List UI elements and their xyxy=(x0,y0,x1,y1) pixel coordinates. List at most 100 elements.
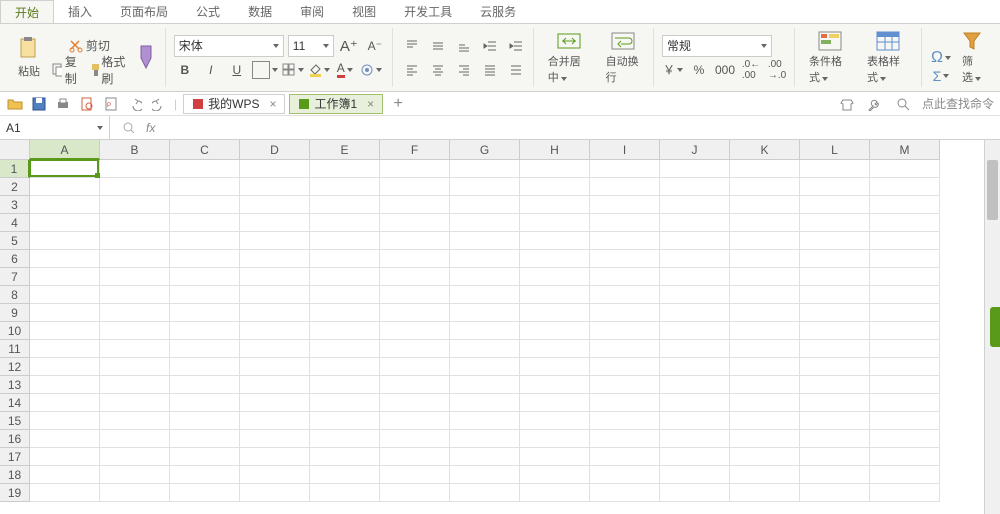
cell[interactable] xyxy=(240,214,310,232)
cell[interactable] xyxy=(450,178,520,196)
table-style-button[interactable]: 表格样式 xyxy=(861,28,915,87)
cell[interactable] xyxy=(800,160,870,178)
align-bottom-button[interactable] xyxy=(453,35,475,57)
row-header[interactable]: 17 xyxy=(0,448,30,466)
cell[interactable] xyxy=(590,268,660,286)
cell-grid[interactable] xyxy=(30,160,940,502)
undo-button[interactable] xyxy=(126,95,144,113)
cell[interactable] xyxy=(590,412,660,430)
cell[interactable] xyxy=(870,484,940,502)
cell[interactable] xyxy=(800,466,870,484)
format-painter-button[interactable]: 格式刷 xyxy=(87,59,128,81)
row-header[interactable]: 16 xyxy=(0,430,30,448)
cell[interactable] xyxy=(520,340,590,358)
border-button[interactable] xyxy=(252,59,278,81)
cell[interactable] xyxy=(730,358,800,376)
cell[interactable] xyxy=(590,448,660,466)
distribute-button[interactable] xyxy=(505,59,527,81)
cell[interactable] xyxy=(380,466,450,484)
cell[interactable] xyxy=(520,178,590,196)
cell[interactable] xyxy=(30,322,100,340)
cell[interactable] xyxy=(100,358,170,376)
cell[interactable] xyxy=(240,160,310,178)
cell[interactable] xyxy=(520,214,590,232)
cell[interactable] xyxy=(170,376,240,394)
cell[interactable] xyxy=(100,376,170,394)
cell[interactable] xyxy=(730,394,800,412)
cell[interactable] xyxy=(100,286,170,304)
cell[interactable] xyxy=(450,484,520,502)
cell[interactable] xyxy=(170,268,240,286)
cell[interactable] xyxy=(730,196,800,214)
row-header[interactable]: 8 xyxy=(0,286,30,304)
cell[interactable] xyxy=(870,394,940,412)
cell[interactable] xyxy=(590,196,660,214)
cell[interactable] xyxy=(310,322,380,340)
cell[interactable] xyxy=(240,340,310,358)
cell[interactable] xyxy=(450,340,520,358)
cell[interactable] xyxy=(730,214,800,232)
cell[interactable] xyxy=(240,322,310,340)
cell[interactable] xyxy=(380,196,450,214)
conditional-format-button[interactable]: 条件格式 xyxy=(803,28,857,87)
save-button[interactable] xyxy=(30,95,48,113)
cell[interactable] xyxy=(240,304,310,322)
new-tab-button[interactable]: + xyxy=(389,95,407,113)
column-header[interactable]: H xyxy=(520,140,590,160)
cell[interactable] xyxy=(100,196,170,214)
cell[interactable] xyxy=(240,394,310,412)
menu-item-5[interactable]: 审阅 xyxy=(286,0,338,23)
row-header[interactable]: 3 xyxy=(0,196,30,214)
column-header[interactable]: B xyxy=(100,140,170,160)
export-pdf-button[interactable]: P xyxy=(102,95,120,113)
cell[interactable] xyxy=(590,376,660,394)
cell[interactable] xyxy=(380,376,450,394)
cell[interactable] xyxy=(310,268,380,286)
cell[interactable] xyxy=(30,340,100,358)
cell[interactable] xyxy=(380,358,450,376)
cell[interactable] xyxy=(100,250,170,268)
wrap-text-button[interactable]: 自动换行 xyxy=(600,28,647,87)
cell[interactable] xyxy=(730,160,800,178)
cell[interactable] xyxy=(450,250,520,268)
cell[interactable] xyxy=(170,358,240,376)
cell[interactable] xyxy=(450,196,520,214)
cell[interactable] xyxy=(590,286,660,304)
cell[interactable] xyxy=(800,376,870,394)
cell[interactable] xyxy=(870,340,940,358)
cell[interactable] xyxy=(590,250,660,268)
cell[interactable] xyxy=(660,160,730,178)
cell[interactable] xyxy=(870,322,940,340)
cell[interactable] xyxy=(800,484,870,502)
cell[interactable] xyxy=(450,286,520,304)
cell[interactable] xyxy=(30,394,100,412)
cell[interactable] xyxy=(380,484,450,502)
row-header[interactable]: 11 xyxy=(0,340,30,358)
currency-button[interactable]: ￥ xyxy=(662,59,684,81)
cell[interactable] xyxy=(240,232,310,250)
cell[interactable] xyxy=(310,466,380,484)
row-header[interactable]: 5 xyxy=(0,232,30,250)
cell[interactable] xyxy=(30,286,100,304)
cell[interactable] xyxy=(100,430,170,448)
cell[interactable] xyxy=(870,232,940,250)
column-header[interactable]: C xyxy=(170,140,240,160)
cell[interactable] xyxy=(450,394,520,412)
cell[interactable] xyxy=(170,448,240,466)
menu-item-7[interactable]: 开发工具 xyxy=(390,0,466,23)
row-header[interactable]: 18 xyxy=(0,466,30,484)
cell[interactable] xyxy=(870,178,940,196)
cell[interactable] xyxy=(30,412,100,430)
document-tab-1[interactable]: 工作簿1× xyxy=(289,94,383,114)
menu-item-0[interactable]: 开始 xyxy=(0,0,54,23)
cell[interactable] xyxy=(30,196,100,214)
cell[interactable] xyxy=(170,304,240,322)
copy-button[interactable]: 复制 xyxy=(50,59,83,81)
cell[interactable] xyxy=(100,484,170,502)
cell[interactable] xyxy=(240,412,310,430)
cell[interactable] xyxy=(660,322,730,340)
cell[interactable] xyxy=(800,250,870,268)
cell[interactable] xyxy=(380,394,450,412)
align-top-button[interactable] xyxy=(401,35,423,57)
decrease-decimal-button[interactable]: .00→.0 xyxy=(766,59,788,81)
